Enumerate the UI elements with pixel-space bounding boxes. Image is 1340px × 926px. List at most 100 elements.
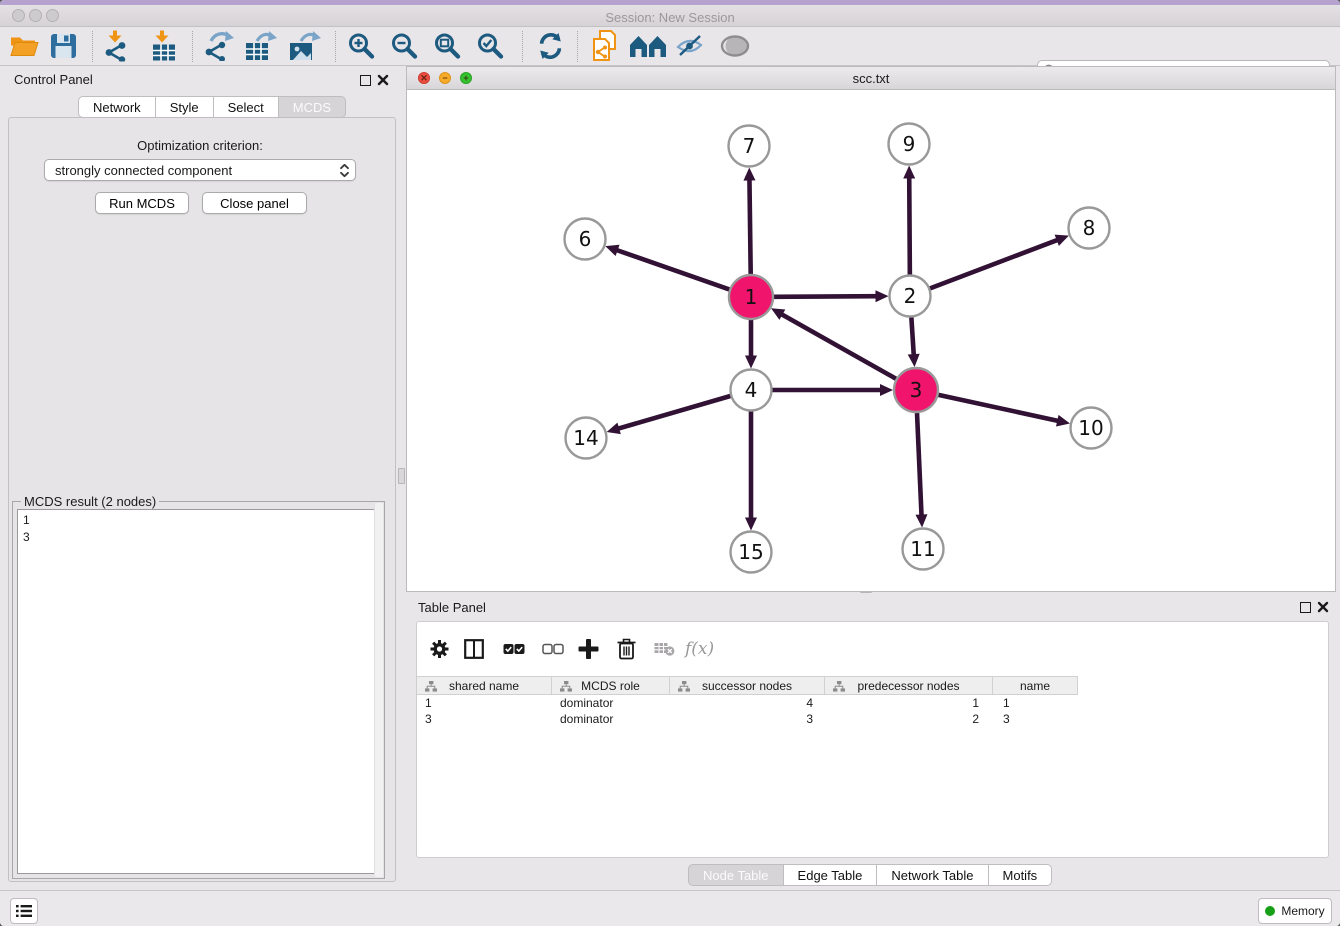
graph-node-label: 15	[738, 540, 763, 564]
table-rows: 1 dominator 4 1 1 3 dominator 3 2 3	[417, 696, 1328, 728]
tab-network-table[interactable]: Network Table	[877, 864, 988, 886]
column-header-mcds-role[interactable]: MCDS role	[552, 677, 670, 694]
cell-name[interactable]: 1	[993, 696, 1078, 712]
table-panel-title: Table Panel	[418, 600, 486, 615]
control-panel-title: Control Panel	[14, 72, 93, 87]
hide-selected-icon[interactable]	[676, 34, 704, 58]
split-columns-icon[interactable]	[464, 639, 484, 659]
hierarchy-icon	[560, 681, 572, 692]
column-header-name[interactable]: name	[993, 677, 1078, 694]
table-row[interactable]: 3 dominator 3 2 3	[417, 712, 1328, 728]
column-header-successor-nodes[interactable]: successor nodes	[670, 677, 825, 694]
zoom-out-icon[interactable]	[391, 33, 418, 60]
tab-node-table[interactable]: Node Table	[688, 864, 784, 886]
memory-status-icon	[1265, 906, 1275, 916]
duplicate-network-icon[interactable]	[590, 30, 620, 62]
column-header-predecessor-nodes[interactable]: predecessor nodes	[825, 677, 993, 694]
cell-successor-nodes[interactable]: 4	[670, 696, 825, 712]
tab-style[interactable]: Style	[156, 96, 214, 118]
zoom-selected-icon[interactable]	[477, 33, 504, 60]
close-table-panel-icon[interactable]	[1317, 601, 1329, 613]
refresh-layout-icon[interactable]	[537, 33, 564, 60]
close-panel-icon[interactable]	[377, 74, 389, 86]
unchecked-boxes-icon[interactable]	[542, 643, 564, 654]
column-label: name	[1020, 679, 1050, 693]
delete-table-icon	[654, 642, 675, 656]
column-header-shared-name[interactable]: shared name	[417, 677, 552, 694]
export-table-icon[interactable]	[245, 31, 277, 61]
graph-edge-2-8[interactable]	[930, 239, 1059, 288]
application-window: Session: New Session	[0, 0, 1340, 926]
run-mcds-button[interactable]: Run MCDS	[95, 192, 189, 214]
gear-icon[interactable]	[430, 639, 449, 658]
graph-edge-2-3[interactable]	[911, 317, 914, 357]
main-toolbar	[0, 27, 1340, 66]
graph-edge-arrowhead	[1055, 235, 1069, 246]
show-all-icon[interactable]	[720, 35, 750, 57]
tab-mcds[interactable]: MCDS	[279, 96, 346, 118]
fit-content-icon[interactable]	[434, 33, 461, 60]
float-table-panel-icon[interactable]	[1300, 602, 1311, 613]
cell-successor-nodes[interactable]: 3	[670, 712, 825, 728]
cell-shared-name[interactable]: 3	[417, 712, 552, 728]
tab-edge-table[interactable]: Edge Table	[784, 864, 878, 886]
graph-node-label: 2	[904, 284, 917, 308]
checked-boxes-icon[interactable]	[503, 643, 525, 654]
result-scrollbar[interactable]	[374, 503, 383, 877]
window-titlebar: Session: New Session	[0, 5, 1340, 27]
status-bar: Memory	[0, 890, 1340, 926]
toolbar-separator	[335, 31, 336, 62]
mcds-result-text[interactable]: 1 3	[17, 509, 380, 874]
import-network-icon[interactable]	[103, 31, 131, 62]
hierarchy-icon	[678, 681, 690, 692]
graph-node-label: 1	[745, 285, 758, 309]
graph-edge-arrowhead	[745, 356, 757, 369]
close-panel-button[interactable]: Close panel	[202, 192, 307, 214]
criterion-select[interactable]: strongly connected component	[44, 159, 356, 181]
memory-button[interactable]: Memory	[1258, 898, 1332, 924]
graph-edge-2-9[interactable]	[909, 175, 910, 274]
first-neighbors-icon[interactable]	[630, 33, 666, 59]
mcds-result-group: MCDS result (2 nodes) 1 3	[12, 501, 385, 879]
column-label: successor nodes	[702, 679, 792, 693]
toolbar-separator	[522, 31, 523, 62]
hierarchy-icon	[425, 681, 437, 692]
cell-name[interactable]: 3	[993, 712, 1078, 728]
network-view-titlebar[interactable]: ✕ − + scc.txt	[407, 67, 1335, 90]
export-network-icon[interactable]	[205, 31, 235, 61]
float-panel-icon[interactable]	[360, 75, 371, 86]
cell-mcds-role[interactable]: dominator	[552, 712, 670, 728]
export-image-icon[interactable]	[289, 31, 321, 61]
vertical-split-grip[interactable]	[398, 468, 405, 484]
graph-edge-3-10[interactable]	[938, 395, 1060, 421]
graph-node-label: 11	[910, 537, 935, 561]
toolbar-separator	[577, 31, 578, 62]
tab-network[interactable]: Network	[78, 96, 156, 118]
delete-column-icon[interactable]	[617, 638, 636, 659]
graph-edge-1-6[interactable]	[615, 249, 730, 289]
zoom-in-icon[interactable]	[348, 33, 375, 60]
graph-edge-3-11[interactable]	[917, 413, 922, 518]
graph-edge-4-14[interactable]	[616, 396, 730, 429]
tab-select[interactable]: Select	[214, 96, 279, 118]
add-column-icon[interactable]	[578, 638, 599, 659]
cell-mcds-role[interactable]: dominator	[552, 696, 670, 712]
cell-predecessor-nodes[interactable]: 2	[825, 712, 993, 728]
import-table-icon[interactable]	[150, 31, 178, 62]
network-view-frame: ✕ − + scc.txt 7968124314101511	[406, 66, 1336, 592]
task-history-button[interactable]	[10, 898, 38, 924]
cell-shared-name[interactable]: 1	[417, 696, 552, 712]
table-row[interactable]: 1 dominator 4 1 1	[417, 696, 1328, 712]
graph-edge-3-1[interactable]	[780, 313, 896, 379]
node-table-panel: f(x) shared name MCDS role successor nod…	[416, 621, 1329, 858]
tab-motifs[interactable]: Motifs	[989, 864, 1053, 886]
graph-edge-1-2[interactable]	[774, 296, 879, 297]
cell-predecessor-nodes[interactable]: 1	[825, 696, 993, 712]
network-canvas[interactable]: 7968124314101511	[407, 90, 1335, 591]
save-session-icon[interactable]	[50, 33, 77, 59]
table-header-row: shared name MCDS role successor nodes pr…	[417, 676, 1078, 695]
optimization-criterion-label: Optimization criterion:	[0, 138, 400, 153]
open-session-icon[interactable]	[10, 34, 39, 59]
table-panel-tabs: Node Table Edge Table Network Table Moti…	[688, 864, 1052, 887]
graph-edge-1-7[interactable]	[749, 177, 750, 274]
